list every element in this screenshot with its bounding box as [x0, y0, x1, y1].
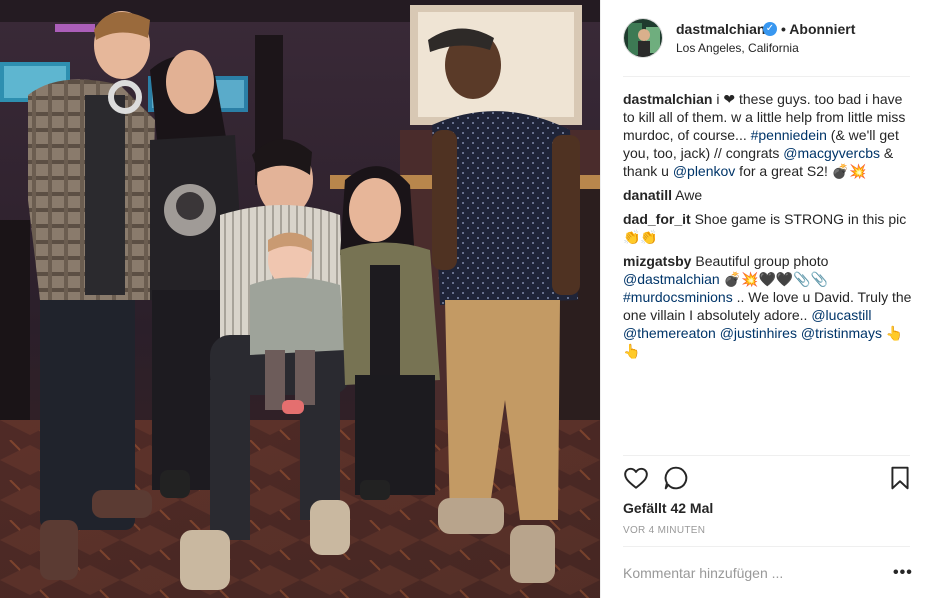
comment-tag-link[interactable]: @themereaton — [623, 325, 716, 341]
comment-tag-link[interactable]: @tristinmays — [801, 325, 882, 341]
comment-item: dastmalchian i ❤ these guys. too bad i h… — [623, 90, 913, 180]
comment-tag-link[interactable]: @lucastill — [811, 307, 871, 323]
avatar[interactable] — [623, 18, 663, 58]
comment-box-divider — [623, 546, 910, 547]
comment-username[interactable]: mizgatsby — [623, 253, 691, 269]
post-header: dastmalchian ✓ • Abonniert Los Angeles, … — [601, 0, 932, 77]
comment-username[interactable]: danatill — [623, 187, 672, 203]
heart-icon[interactable] — [623, 465, 649, 491]
comment-tag-link[interactable]: @plenkov — [673, 163, 735, 179]
comment-text: for a great S2! 💣💥 — [735, 163, 867, 179]
add-comment-input[interactable] — [623, 563, 863, 583]
comment-tag-link[interactable]: @dastmalchian — [623, 271, 720, 287]
verified-badge-icon: ✓ — [763, 22, 777, 36]
post-details-panel: dastmalchian ✓ • Abonniert Los Angeles, … — [600, 0, 932, 598]
more-options-button[interactable]: ••• — [893, 563, 913, 583]
comment-text: 💣💥🖤🖤📎📎 — [719, 271, 829, 287]
post-timestamp[interactable]: VOR 4 MINUTEN — [623, 525, 705, 536]
header-divider — [623, 76, 910, 77]
comment-bubble-icon[interactable] — [663, 465, 689, 491]
comments-list: dastmalchian i ❤ these guys. too bad i h… — [623, 90, 913, 366]
post-author-username[interactable]: dastmalchian — [676, 21, 765, 37]
comment-item: dad_for_it Shoe game is STRONG in this p… — [623, 210, 913, 246]
instagram-post: dastmalchian ✓ • Abonniert Los Angeles, … — [0, 0, 932, 598]
post-photo[interactable] — [0, 0, 600, 598]
actions-divider — [623, 455, 910, 456]
comment-username[interactable]: dastmalchian — [623, 91, 712, 107]
comment-text: Beautiful group photo — [695, 253, 829, 269]
comment-tag-link[interactable]: #murdocsminions — [623, 289, 733, 305]
comment-text: Awe — [675, 187, 703, 203]
follow-status[interactable]: • Abonniert — [781, 21, 855, 37]
follow-status-label: Abonniert — [789, 21, 856, 37]
post-location[interactable]: Los Angeles, California — [676, 41, 799, 55]
group-photo-image — [0, 0, 600, 598]
bookmark-icon[interactable] — [887, 465, 913, 491]
likes-count[interactable]: Gefällt 42 Mal — [623, 500, 713, 516]
comment-item: danatill Awe — [623, 186, 913, 204]
comment-username[interactable]: dad_for_it — [623, 211, 691, 227]
comment-item: mizgatsby Beautiful group photo @dastmal… — [623, 252, 913, 360]
comment-tag-link[interactable]: @justinhires — [720, 325, 797, 341]
comment-text: ❤ — [723, 91, 736, 107]
comment-tag-link[interactable]: @macgyvercbs — [783, 145, 880, 161]
separator-dot: • — [781, 21, 786, 37]
avatar-image — [624, 19, 662, 57]
comment-tag-link[interactable]: #penniedein — [751, 127, 827, 143]
